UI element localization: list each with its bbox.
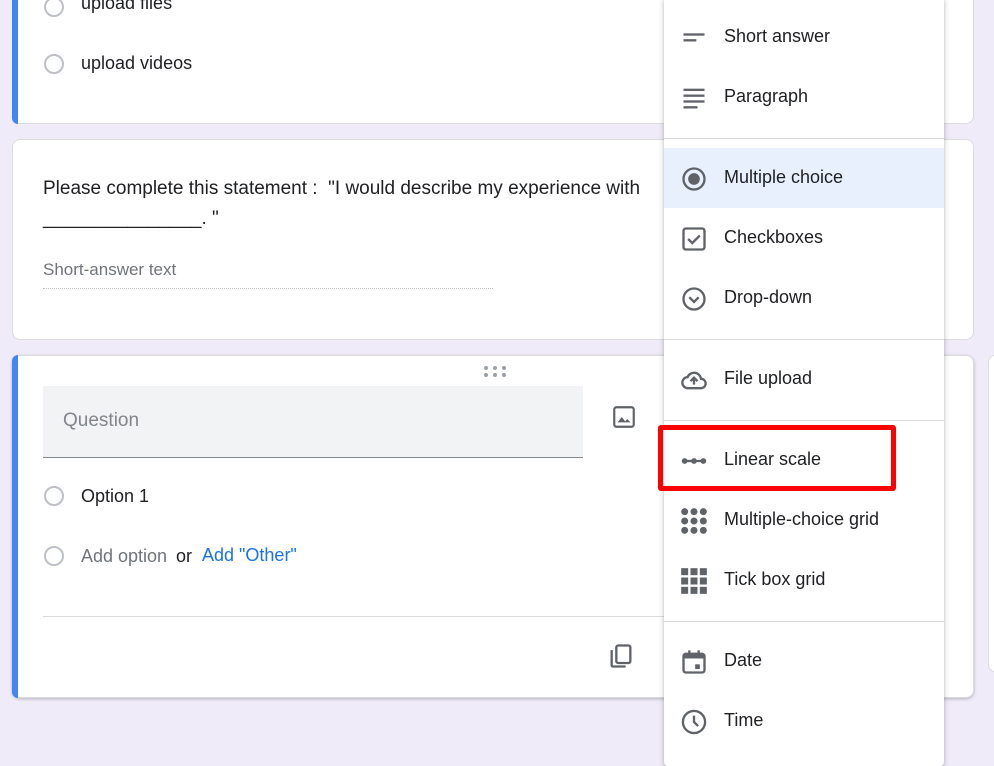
square-grid-icon (681, 568, 707, 594)
menu-item-tick-box-grid[interactable]: Tick box grid (664, 550, 944, 610)
add-other-button[interactable]: Add "Other" (202, 545, 297, 566)
menu-item-multiple-choice-grid[interactable]: Multiple-choice grid (664, 490, 944, 550)
paragraph-icon (683, 88, 705, 109)
option-label: upload files (81, 0, 173, 13)
menu-item-label: Date (724, 650, 763, 670)
option-radio[interactable] (44, 0, 64, 17)
menu-divider (664, 138, 944, 139)
option-1-label[interactable]: Option 1 (81, 486, 149, 507)
menu-item-label: Multiple choice (724, 167, 844, 187)
radio-button-icon (682, 167, 706, 191)
question-title: Please complete this statement : "I woul… (43, 178, 641, 229)
question-type-menu[interactable]: Short answer Paragraph Multiple choice C… (664, 0, 944, 766)
question-input[interactable]: Question (43, 386, 583, 458)
menu-item-checkboxes[interactable]: Checkboxes (664, 208, 944, 268)
menu-item-label: Time (724, 710, 764, 730)
option-radio[interactable] (44, 486, 64, 506)
menu-item-time[interactable]: Time (664, 691, 944, 751)
menu-item-short-answer[interactable]: Short answer (664, 7, 944, 67)
clock-icon (681, 709, 707, 735)
duplicate-icon[interactable] (607, 642, 635, 670)
add-option-button[interactable]: Add option (81, 546, 167, 567)
side-toolbar-card (988, 355, 994, 672)
option-radio[interactable] (44, 54, 64, 74)
cloud-upload-icon (681, 371, 707, 390)
highlight-box (658, 425, 896, 491)
menu-item-label: Tick box grid (724, 569, 826, 589)
question-placeholder: Question (63, 410, 140, 431)
menu-item-label: Multiple-choice grid (724, 509, 880, 529)
dot-grid-icon (681, 508, 707, 534)
menu-item-multiple-choice[interactable]: Multiple choice (664, 148, 944, 208)
menu-item-label: Paragraph (724, 86, 809, 106)
short-answer-placeholder: Short-answer text (43, 260, 177, 279)
option-label: upload videos (81, 53, 193, 73)
menu-divider (664, 621, 944, 622)
or-label: or (176, 546, 193, 566)
menu-item-label: Checkboxes (724, 227, 824, 247)
card-footer-divider (43, 616, 693, 617)
menu-divider (664, 420, 944, 421)
checkbox-icon (682, 227, 706, 251)
menu-item-paragraph[interactable]: Paragraph (664, 67, 944, 127)
dropdown-circle-icon (682, 287, 706, 311)
add-option-radio (44, 546, 64, 566)
menu-item-drop-down[interactable]: Drop-down (664, 268, 944, 328)
menu-item-label: File upload (724, 368, 813, 388)
menu-item-label: Drop-down (724, 287, 813, 307)
short-answer-underline (43, 288, 493, 289)
menu-item-date[interactable]: Date (664, 631, 944, 691)
image-icon[interactable] (611, 404, 637, 430)
menu-item-label: Short answer (724, 26, 831, 46)
calendar-icon (682, 650, 706, 674)
menu-divider (664, 339, 944, 340)
drag-handle-icon[interactable] (483, 365, 507, 377)
menu-item-file-upload[interactable]: File upload (664, 349, 944, 409)
short-answer-icon (683, 33, 705, 42)
